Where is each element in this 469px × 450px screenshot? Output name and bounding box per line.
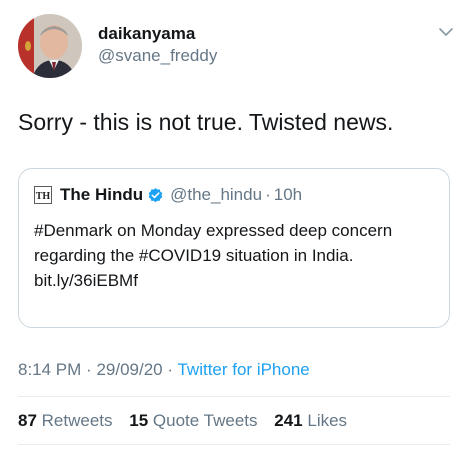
divider — [18, 396, 450, 397]
quoted-tweet-card[interactable]: TH The Hindu @the_hindu · 10h #Denmark o… — [18, 168, 450, 328]
meta-dot: · — [86, 360, 92, 379]
chevron-down-icon[interactable] — [438, 24, 454, 40]
retweets-label: Retweets — [41, 411, 113, 430]
author-handle[interactable]: @svane_freddy — [98, 45, 217, 67]
tweet-header: daikanyama @svane_freddy — [18, 14, 458, 80]
meta-dot: · — [167, 360, 174, 379]
retweets-stat[interactable]: 87 Retweets — [18, 411, 113, 430]
quote-tweets-stat[interactable]: 15 Quote Tweets — [129, 411, 257, 430]
verified-badge-icon — [147, 187, 164, 204]
divider — [18, 444, 450, 445]
the-hindu-logo-icon: TH — [34, 186, 52, 204]
quoted-tweet-body: #Denmark on Monday expressed deep concer… — [34, 218, 439, 293]
quoted-tweet-link[interactable]: bit.ly/36iEBMf — [34, 268, 439, 293]
retweets-count: 87 — [18, 411, 37, 430]
likes-stat[interactable]: 241 Likes — [274, 411, 347, 430]
tweet-client-link[interactable]: Twitter for iPhone — [177, 360, 309, 379]
quoted-timestamp: 10h — [273, 185, 303, 204]
svg-text:TH: TH — [36, 191, 51, 202]
likes-count: 241 — [274, 411, 303, 430]
quoted-tweet-text: #Denmark on Monday expressed deep concer… — [34, 221, 393, 265]
quoted-tweet-header: TH The Hindu @the_hindu · 10h — [34, 184, 302, 206]
likes-label: Likes — [307, 411, 348, 430]
display-name[interactable]: daikanyama — [98, 24, 217, 44]
quoted-handle: @the_hindu — [170, 185, 263, 204]
quote-tweets-count: 15 — [129, 411, 149, 430]
tweet-stats: 87 Retweets 15 Quote Tweets 241 Likes — [18, 411, 359, 431]
tweet-text: Sorry - this is not true. Twisted news. — [18, 109, 394, 135]
quote-tweets-label: Quote Tweets — [152, 411, 258, 430]
quoted-source-name: The Hindu — [60, 185, 144, 204]
separator-dot: · — [265, 185, 271, 204]
tweet-time[interactable]: 8:14 PM — [18, 360, 81, 379]
avatar[interactable] — [18, 14, 82, 78]
tweet-meta: 8:14 PM · 29/09/20 · Twitter for iPhone — [18, 360, 310, 380]
tweet-date[interactable]: 29/09/20 — [96, 360, 162, 379]
author-names: daikanyama @svane_freddy — [98, 24, 217, 67]
